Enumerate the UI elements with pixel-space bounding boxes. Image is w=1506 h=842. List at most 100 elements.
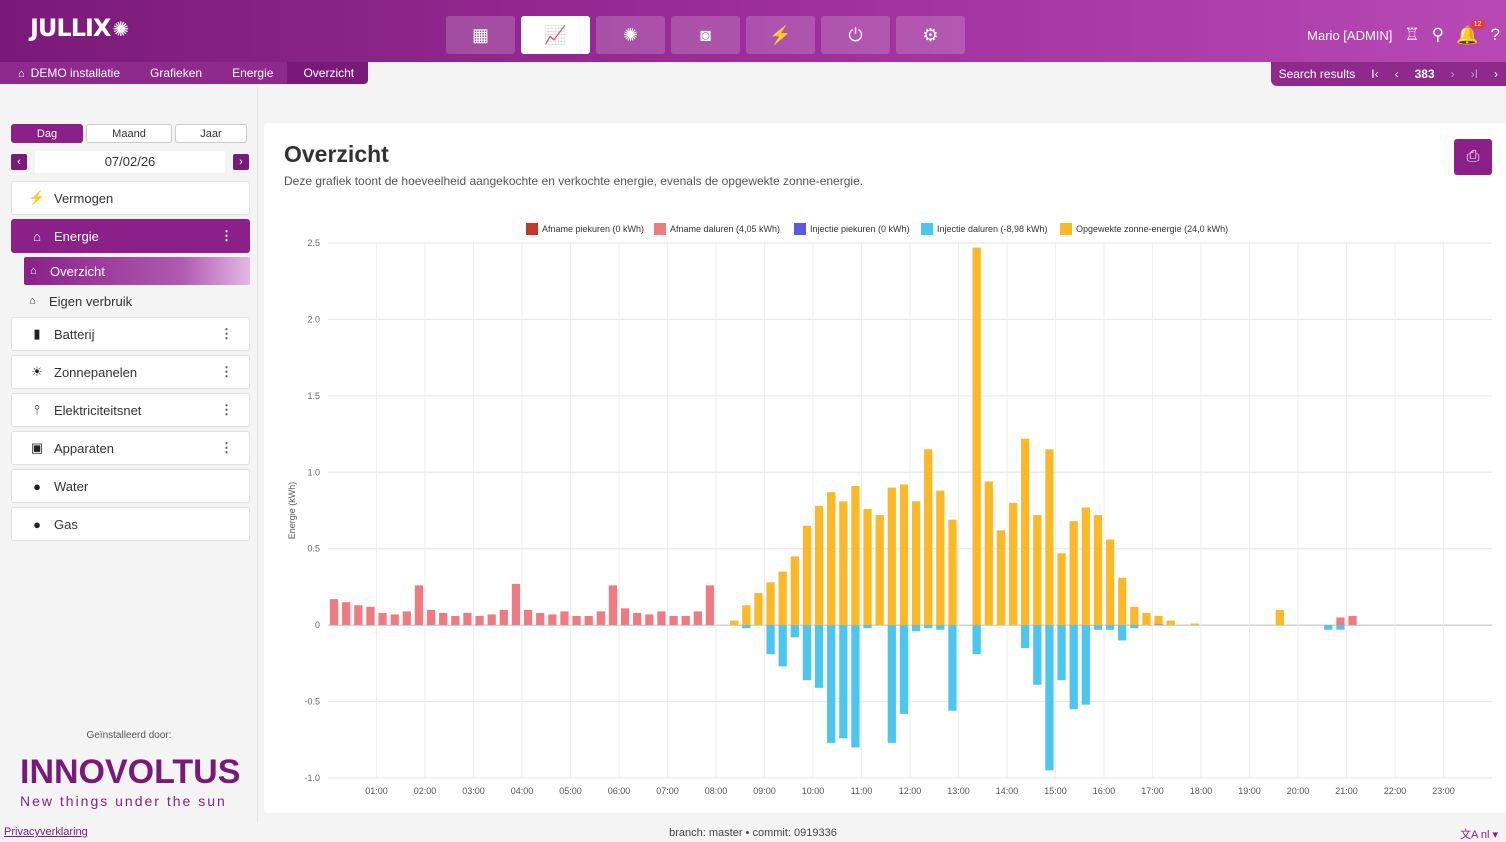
afname-daluren-bar	[1336, 617, 1345, 626]
export-button[interactable]: ⎙	[1454, 139, 1492, 175]
notification-count: 12	[1470, 19, 1485, 29]
legend-swatch	[794, 223, 806, 235]
installation-icon[interactable]: ♖	[1404, 25, 1419, 45]
injectie-daluren-bar	[972, 625, 981, 655]
breadcrumb-grafieken[interactable]: Grafieken	[134, 62, 217, 84]
close-search-button[interactable]: ›	[1486, 67, 1506, 81]
breadcrumb: ⌂ DEMO installatie Grafieken Energie Over…	[0, 62, 369, 84]
date-field[interactable]: 07/02/26	[35, 151, 225, 173]
injectie-daluren-bar	[1057, 625, 1066, 681]
zonne-energie-bar	[851, 486, 860, 626]
injectie-daluren-bar	[790, 625, 799, 638]
jullix-logo[interactable]: JULLIX ✺	[30, 14, 129, 42]
nav-button-chart[interactable]: 📈	[521, 16, 590, 54]
tab-dag[interactable]: Dag	[11, 124, 83, 143]
zonne-energie-bar	[742, 605, 751, 626]
first-result-button[interactable]: I‹	[1363, 67, 1386, 81]
sidebar-item-batterij[interactable]: ▮ Batterij ⋮	[11, 317, 250, 351]
sidebar-item-gas[interactable]: ● Gas	[11, 507, 250, 541]
sidebar-item-water[interactable]: ● Water	[11, 469, 250, 503]
afname-daluren-bar	[475, 615, 484, 626]
afname-daluren-bar	[645, 614, 654, 626]
search-results-label[interactable]: Search results	[1271, 67, 1364, 81]
batterij-menu-icon[interactable]: ⋮	[220, 326, 233, 342]
language-selector[interactable]: 文A nl ▾	[1460, 826, 1498, 842]
notifications-bell-icon[interactable]: 🔔 12	[1456, 19, 1485, 46]
injectie-daluren-bar	[887, 625, 896, 743]
zonnepanelen-menu-icon[interactable]: ⋮	[220, 364, 233, 380]
nav-button-dashboard[interactable]: ▦	[446, 16, 515, 54]
last-result-button[interactable]: ›I	[1463, 67, 1486, 81]
next-result-button[interactable]: ›	[1443, 67, 1463, 81]
afname-daluren-bar	[342, 602, 351, 626]
injectie-daluren-bar	[863, 625, 872, 629]
lightning-icon: ⚡	[28, 190, 46, 205]
y-tick-label: 2.5	[307, 238, 320, 248]
afname-daluren-bar	[366, 606, 375, 626]
zonne-energie-bar	[766, 582, 775, 626]
nav-button-brain[interactable]: ✺	[596, 16, 665, 54]
user-name[interactable]: Mario [ADMIN]	[1307, 28, 1392, 43]
house-icon: ⌂	[29, 295, 36, 307]
elektriciteitsnet-menu-icon[interactable]: ⋮	[220, 402, 233, 418]
prev-date-button[interactable]: ‹	[11, 154, 27, 170]
x-tick-label: 08:00	[705, 786, 728, 796]
brain-logo-icon: ✺	[112, 17, 129, 41]
nav-button-gear[interactable]: ⚙	[896, 16, 965, 54]
x-tick-label: 17:00	[1141, 786, 1164, 796]
nav-button-plug[interactable]: ⏻	[821, 16, 890, 54]
next-date-button[interactable]: ›	[233, 154, 249, 170]
zonne-energie-bar	[984, 481, 993, 626]
nav-button-money[interactable]: ◙	[671, 16, 740, 54]
zonne-energie-bar	[863, 508, 872, 626]
zonne-energie-bar	[827, 492, 836, 626]
zonne-energie-bar	[1081, 507, 1090, 626]
sidebar-item-energie[interactable]: ⌂ Energie ⋮	[11, 219, 250, 253]
sidebar-subitem-eigen-verbruik[interactable]: ⌂ Eigen verbruik	[11, 287, 250, 315]
legend-swatch	[921, 223, 933, 235]
afname-daluren-bar	[693, 611, 702, 626]
sun-icon: ☀	[31, 364, 43, 379]
afname-daluren-bar	[451, 615, 460, 626]
search-icon[interactable]: ⚲	[1432, 25, 1444, 45]
prev-result-button[interactable]: ‹	[1387, 67, 1407, 81]
apparaten-menu-icon[interactable]: ⋮	[220, 440, 233, 456]
legend-label: Injectie piekuren (0 kWh)	[810, 224, 910, 234]
sidebar: Dag Maand Jaar ‹ 07/02/26 › ⚡ Vermogen ⌂ E…	[0, 86, 258, 822]
afname-daluren-bar	[329, 599, 339, 626]
injectie-daluren-bar	[1118, 625, 1127, 641]
zonne-energie-bar	[875, 515, 884, 626]
tab-jaar[interactable]: Jaar	[175, 124, 247, 143]
installer-logo[interactable]: INNOVOLTUS	[20, 753, 240, 792]
legend-swatch	[526, 223, 538, 235]
money-icon: ◙	[700, 24, 711, 45]
y-tick-label: 2.0	[307, 314, 320, 324]
zonne-energie-bar	[899, 484, 909, 626]
zonne-energie-bar	[948, 519, 957, 626]
x-tick-label: 15:00	[1044, 786, 1067, 796]
nav-button-ev-charger[interactable]: ⚡	[746, 16, 815, 54]
sidebar-item-zonnepanelen[interactable]: ☀ Zonnepanelen ⋮	[11, 355, 250, 389]
x-tick-label: 20:00	[1287, 786, 1310, 796]
injectie-daluren-bar	[1045, 625, 1054, 771]
afname-daluren-bar	[511, 583, 521, 626]
sidebar-item-elektriciteitsnet[interactable]: ⫯ Elektriciteitsnet ⋮	[11, 393, 250, 427]
x-tick-label: 16:00	[1093, 786, 1116, 796]
sidebar-item-vermogen[interactable]: ⚡ Vermogen	[11, 181, 250, 215]
footer: Privacyverklaring branch: master • commi…	[0, 822, 1506, 842]
tab-maand[interactable]: Maand	[86, 124, 172, 143]
afname-daluren-bar	[402, 611, 411, 626]
afname-daluren-bar	[426, 609, 436, 626]
search-results-nav: Search results I‹ ‹ 383 › ›I ›	[1270, 62, 1506, 86]
top-bar: JULLIX ✺ ▦ 📈 ✺ ◙ ⚡ ⏻ ⚙ Mario [ADMIN] ♖ ⚲ 🔔 12 ?	[0, 0, 1506, 62]
water-drop-icon: ●	[33, 478, 41, 494]
sidebar-subitem-overzicht[interactable]: ⌂ Overzicht	[24, 257, 250, 285]
x-tick-label: 06:00	[608, 786, 631, 796]
y-tick-label: 0	[315, 620, 320, 630]
legend-label: Afname daluren (4,05 kWh)	[670, 224, 780, 234]
breadcrumb-installation[interactable]: ⌂ DEMO installatie	[0, 62, 135, 84]
help-icon[interactable]: ?	[1491, 25, 1500, 45]
energie-menu-icon[interactable]: ⋮	[220, 228, 233, 244]
breadcrumb-energie[interactable]: Energie	[216, 62, 288, 84]
sidebar-item-apparaten[interactable]: ▣ Apparaten ⋮	[11, 431, 250, 465]
